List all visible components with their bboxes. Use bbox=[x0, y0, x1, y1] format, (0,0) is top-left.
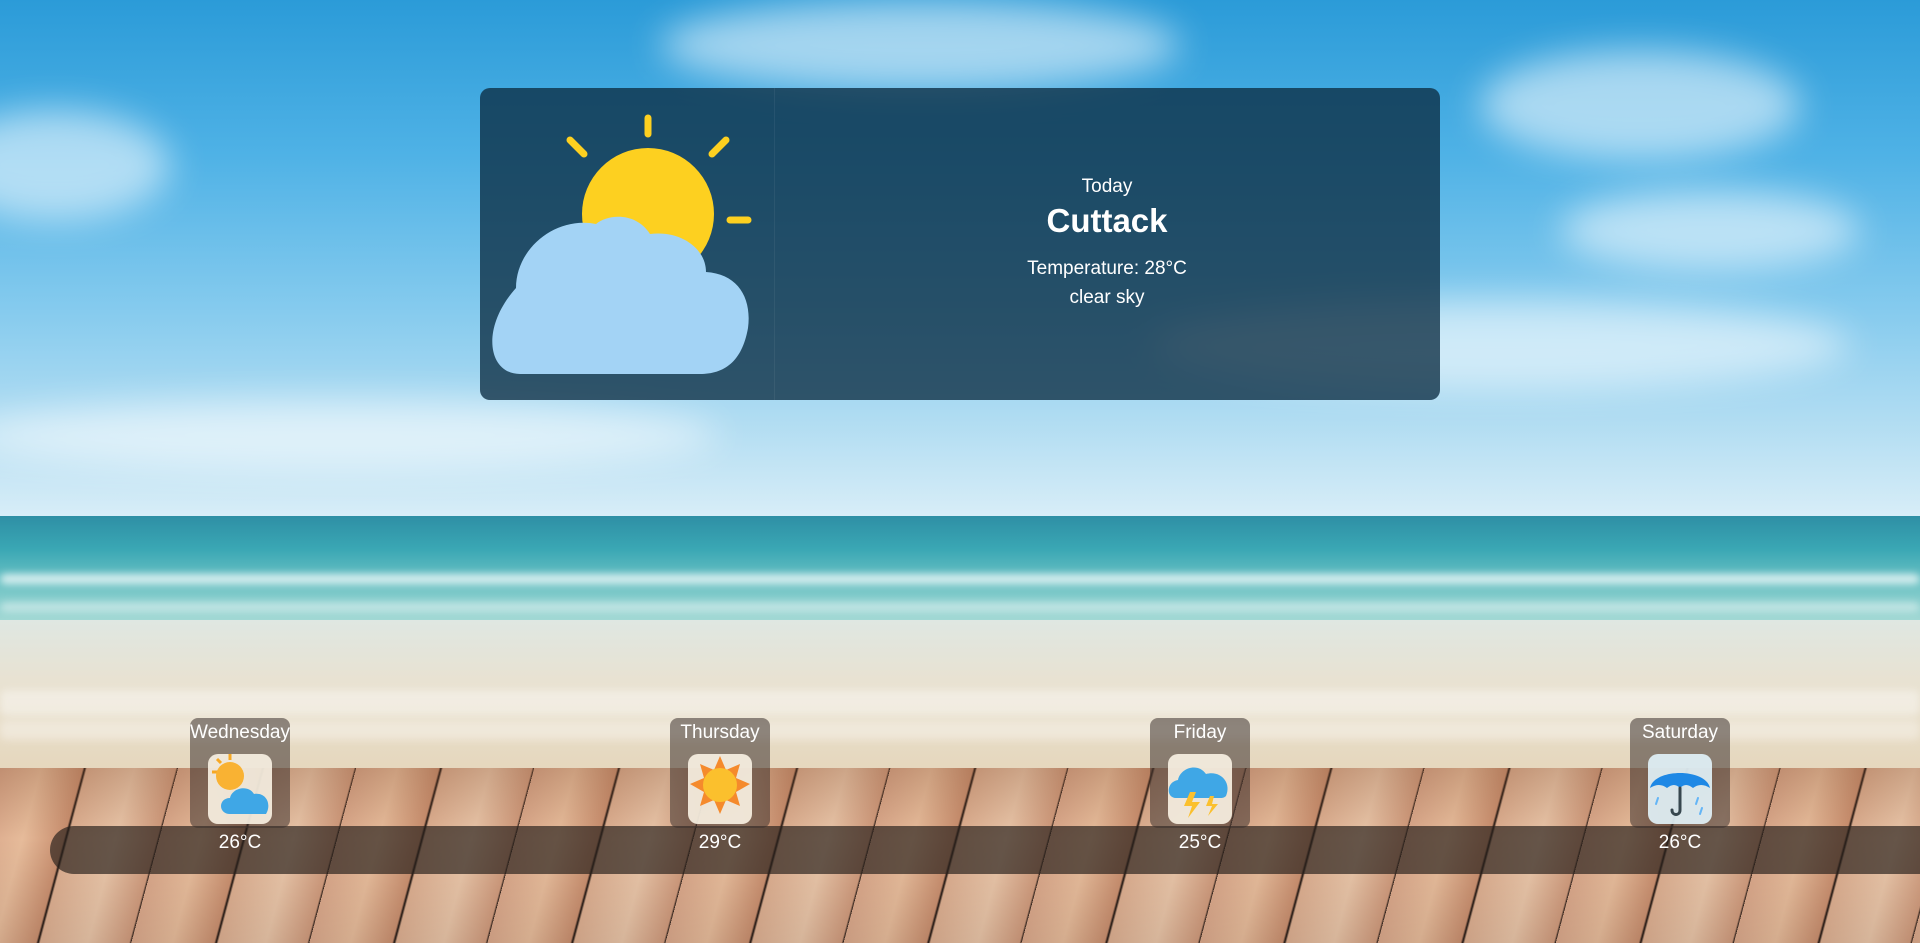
city-name: Cuttack bbox=[1046, 202, 1168, 239]
forecast-day-card: Thursday bbox=[670, 718, 770, 828]
forecast-day-name: Saturday bbox=[1641, 722, 1719, 743]
weather-app: Today Cuttack Temperature: 28°C clear sk… bbox=[0, 0, 1920, 943]
forecast-day-card: Friday bbox=[1150, 718, 1250, 828]
today-icon-pane bbox=[480, 88, 775, 400]
cloud-decoration bbox=[660, 0, 1180, 90]
thunder-cloud-icon bbox=[1168, 754, 1232, 824]
cloud-decoration bbox=[1480, 50, 1800, 160]
wave-foam bbox=[0, 602, 1920, 612]
forecast-day-temp: 29°C bbox=[698, 832, 742, 853]
today-label: Today bbox=[1081, 176, 1133, 197]
sun-behind-cloud-icon bbox=[208, 754, 272, 824]
forecast-day-temp: 26°C bbox=[1658, 832, 1702, 853]
umbrella-rain-icon bbox=[1648, 754, 1712, 824]
forecast-day-name: Friday bbox=[1173, 722, 1227, 743]
sun-icon bbox=[688, 754, 752, 824]
wave-foam bbox=[0, 574, 1920, 584]
forecast-day-card: Saturday bbox=[1630, 718, 1730, 828]
today-temperature: Temperature: 28°C bbox=[1027, 258, 1187, 279]
forecast-day-card: Wednesday bbox=[190, 718, 290, 828]
today-info: Today Cuttack Temperature: 28°C clear sk… bbox=[774, 88, 1440, 400]
today-weather-card: Today Cuttack Temperature: 28°C clear sk… bbox=[480, 88, 1440, 400]
partly-cloudy-sun-icon bbox=[492, 114, 752, 374]
wave-foam bbox=[0, 690, 1920, 716]
today-description: clear sky bbox=[1069, 287, 1145, 308]
forecast-day-name: Thursday bbox=[680, 722, 760, 743]
forecast-day-temp: 25°C bbox=[1178, 832, 1222, 853]
forecast-day-name: Wednesday bbox=[190, 722, 290, 743]
cloud-decoration bbox=[1560, 190, 1860, 270]
forecast-day-temp: 26°C bbox=[218, 832, 262, 853]
